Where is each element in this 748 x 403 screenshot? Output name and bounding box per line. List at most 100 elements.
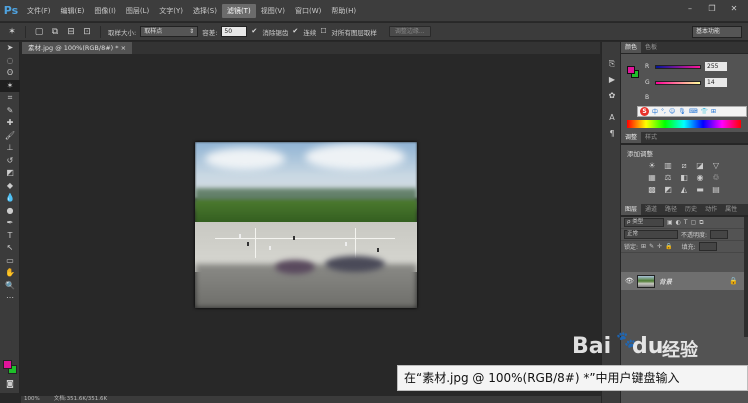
- filter-shape-icon[interactable]: ▢: [691, 219, 697, 226]
- blur-tool-icon[interactable]: 💧: [0, 192, 20, 205]
- history-icon[interactable]: ⎘: [602, 56, 622, 72]
- brush-tool-icon[interactable]: 🖌: [0, 130, 20, 143]
- crop-tool-icon[interactable]: ⌗: [0, 92, 20, 105]
- color-spectrum[interactable]: [627, 120, 741, 128]
- tab-actions[interactable]: 动作: [701, 204, 721, 215]
- filter-pixel-icon[interactable]: ▣: [667, 219, 673, 226]
- eye-icon[interactable]: 👁: [625, 277, 634, 285]
- layers-scrollbar[interactable]: [744, 217, 748, 337]
- tab-adjustments[interactable]: 调整: [621, 132, 642, 143]
- blend-mode-select[interactable]: 正常: [624, 230, 678, 239]
- menu-edit[interactable]: 编辑(E): [56, 4, 90, 18]
- tab-styles[interactable]: 样式: [641, 132, 661, 143]
- magic-wand-tool-icon[interactable]: ✶: [0, 79, 20, 92]
- ime-emoji-icon[interactable]: ☺: [669, 108, 675, 115]
- document-tab[interactable]: 素材.jpg @ 100%(RGB/8#) * ×: [22, 42, 133, 54]
- menu-view[interactable]: 视图(V): [256, 4, 290, 18]
- photo-filter-icon[interactable]: ◉: [695, 173, 705, 182]
- sample-size-select[interactable]: 取样点 ⇕: [140, 26, 199, 37]
- actions-icon[interactable]: ▶: [602, 72, 622, 88]
- lock-all-icon[interactable]: 🔒: [665, 243, 672, 250]
- restore-icon[interactable]: ❐: [706, 4, 718, 14]
- red-slider[interactable]: [655, 64, 701, 69]
- vibrance-icon[interactable]: ▽: [711, 161, 721, 170]
- magic-wand-preset-icon[interactable]: ✶: [6, 26, 18, 38]
- foreground-color-swatch[interactable]: [627, 66, 635, 74]
- move-tool-icon[interactable]: ➤: [0, 42, 20, 55]
- character-icon[interactable]: A: [602, 110, 622, 126]
- menu-window[interactable]: 窗口(W): [290, 4, 326, 18]
- color-lookup-icon[interactable]: ▩: [647, 185, 657, 194]
- menu-filter[interactable]: 滤镜(T): [221, 3, 256, 18]
- antialias-checkbox[interactable]: ✔: [251, 28, 258, 35]
- tolerance-input[interactable]: 50: [221, 26, 248, 37]
- pen-tool-icon[interactable]: ✒: [0, 217, 20, 230]
- subtract-selection-icon[interactable]: ⊟: [65, 26, 77, 38]
- invert-icon[interactable]: ◩: [663, 185, 673, 194]
- lock-brush-icon[interactable]: ✎: [649, 243, 654, 250]
- layer-background[interactable]: 👁 背景 🔒: [621, 272, 748, 290]
- tab-history[interactable]: 历史: [681, 204, 701, 215]
- zoom-level[interactable]: 100%: [24, 396, 40, 403]
- menu-file[interactable]: 文件(F): [22, 4, 56, 18]
- close-icon[interactable]: ✕: [728, 4, 740, 14]
- canvas-image[interactable]: [195, 142, 417, 308]
- filter-smart-icon[interactable]: ⧉: [699, 219, 703, 227]
- history-brush-icon[interactable]: ↺: [0, 155, 20, 168]
- zoom-tool-icon[interactable]: 🔍: [0, 280, 20, 293]
- levels-icon[interactable]: ▥: [663, 161, 673, 170]
- minimize-icon[interactable]: –: [684, 4, 696, 14]
- ime-keyboard-icon[interactable]: ⌨: [689, 108, 698, 115]
- add-selection-icon[interactable]: ⧉: [49, 26, 61, 38]
- tab-paths[interactable]: 路径: [661, 204, 681, 215]
- fill-input[interactable]: [698, 242, 717, 251]
- tab-layers[interactable]: 图层: [621, 204, 642, 215]
- green-slider[interactable]: [655, 80, 701, 85]
- healing-tool-icon[interactable]: ✚: [0, 117, 20, 130]
- tab-channels[interactable]: 通道: [641, 204, 661, 215]
- lock-move-icon[interactable]: ✛: [657, 243, 662, 250]
- layer-filter-select[interactable]: ρ 类型: [624, 218, 664, 227]
- channel-mixer-icon[interactable]: ♲: [711, 173, 721, 182]
- refine-edge-button[interactable]: 调整边缘...: [388, 26, 431, 37]
- threshold-icon[interactable]: ▬: [695, 185, 705, 194]
- hue-saturation-icon[interactable]: ▦: [647, 173, 657, 182]
- new-selection-icon[interactable]: ▢: [33, 26, 45, 38]
- menu-image[interactable]: 图像(I): [89, 4, 121, 18]
- path-select-icon[interactable]: ↖: [0, 242, 20, 255]
- brush-presets-icon[interactable]: ✿: [602, 88, 622, 104]
- paragraph-icon[interactable]: ¶: [602, 126, 622, 142]
- ime-toolbox-icon[interactable]: ⊞: [711, 108, 716, 115]
- color-balance-icon[interactable]: ⚖: [663, 173, 673, 182]
- ime-punctuation[interactable]: °,: [661, 108, 666, 115]
- menu-type[interactable]: 文字(Y): [154, 4, 188, 18]
- curves-icon[interactable]: ⧄: [679, 161, 689, 170]
- menu-layer[interactable]: 图层(L): [121, 4, 154, 18]
- ime-chinese-mode[interactable]: 中: [652, 107, 658, 116]
- tab-properties[interactable]: 属性: [721, 204, 741, 215]
- eyedropper-tool-icon[interactable]: ✎: [0, 105, 20, 118]
- gradient-map-icon[interactable]: ▤: [711, 185, 721, 194]
- green-value-input[interactable]: 14: [705, 78, 727, 87]
- lock-pixels-icon[interactable]: ⊞: [641, 243, 646, 250]
- canvas-area[interactable]: [21, 54, 601, 396]
- more-tools-icon[interactable]: ⋯: [0, 292, 20, 305]
- shape-tool-icon[interactable]: ▭: [0, 255, 20, 268]
- eraser-tool-icon[interactable]: ◩: [0, 167, 20, 180]
- menu-help[interactable]: 帮助(H): [326, 4, 361, 18]
- red-value-input[interactable]: 255: [705, 62, 727, 71]
- opacity-input[interactable]: [710, 230, 729, 239]
- contiguous-checkbox[interactable]: ✔: [292, 28, 299, 35]
- stamp-tool-icon[interactable]: ⊥: [0, 142, 20, 155]
- posterize-icon[interactable]: ◭: [679, 185, 689, 194]
- sogou-logo-icon[interactable]: S: [640, 107, 649, 116]
- filter-adjust-icon[interactable]: ◐: [676, 219, 681, 226]
- sample-all-checkbox[interactable]: ☐: [320, 28, 327, 35]
- intersect-selection-icon[interactable]: ⊡: [81, 26, 93, 38]
- exposure-icon[interactable]: ◪: [695, 161, 705, 170]
- ime-skin-icon[interactable]: 👕: [701, 108, 708, 115]
- lasso-tool-icon[interactable]: ʘ: [0, 67, 20, 80]
- gradient-tool-icon[interactable]: ◆: [0, 180, 20, 193]
- tab-swatches[interactable]: 色板: [641, 42, 661, 53]
- quick-mask-icon[interactable]: ◙: [0, 378, 20, 391]
